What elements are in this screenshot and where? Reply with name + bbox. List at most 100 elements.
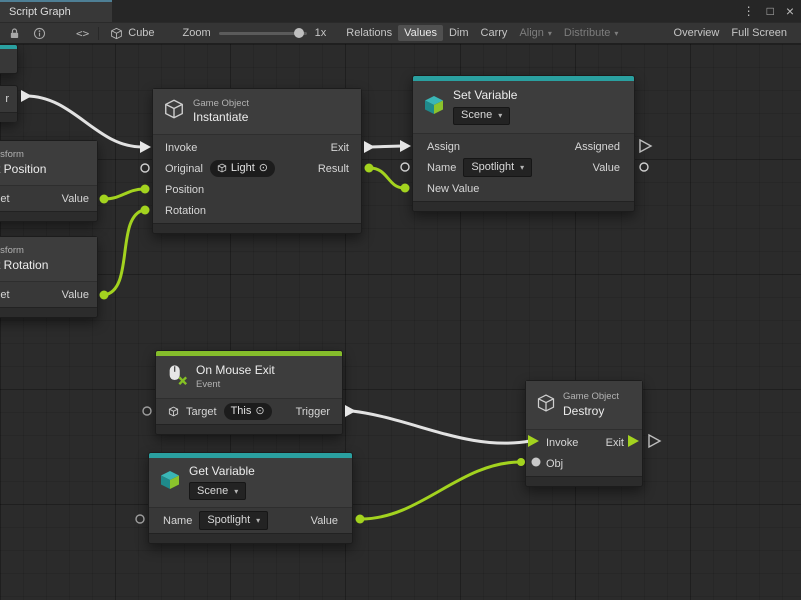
object-field-this[interactable]: This ⊙ <box>224 403 272 419</box>
variable-icon <box>423 94 445 121</box>
wire-result-to-newvalue[interactable] <box>370 168 404 188</box>
object-field-value: This <box>231 404 252 418</box>
graph-canvas[interactable]: r Transform Get Position Target Value <box>0 44 801 600</box>
node-category: Game Object <box>193 99 249 109</box>
port-setvariable-assign[interactable] <box>400 140 411 152</box>
port-getposition-value[interactable] <box>100 195 109 204</box>
align-label: Align <box>519 27 543 39</box>
variable-scope-dropdown[interactable]: Scene ▾ <box>453 107 510 125</box>
tab-title: Script Graph <box>9 6 71 18</box>
port-instantiate-exit[interactable] <box>364 141 375 153</box>
distribute-button[interactable]: Distribute ▾ <box>558 25 624 41</box>
node-set-variable[interactable]: Set Variable Scene ▾ Assign Assigned <box>412 75 635 212</box>
node-header: Transform Get Rotation <box>0 237 97 282</box>
port-instantiate-result[interactable] <box>365 164 374 173</box>
port-setvariable-name[interactable] <box>401 163 409 171</box>
node-category: Game Object <box>563 392 619 402</box>
values-button[interactable]: Values <box>398 25 443 41</box>
align-button[interactable]: Align ▾ <box>513 25 557 41</box>
object-field-light[interactable]: Light ⊙ <box>210 160 275 176</box>
port-fragment-exit[interactable] <box>21 90 32 102</box>
assigned-port-label: Assigned <box>575 141 620 153</box>
toolbar-separator <box>98 27 99 40</box>
exit-port-label: Exit <box>606 437 624 449</box>
wire-variable-to-obj[interactable] <box>361 462 519 519</box>
obj-port-label: Obj <box>546 458 563 470</box>
tab-script-graph[interactable]: Script Graph <box>0 0 112 22</box>
overview-button[interactable]: Overview <box>668 25 726 41</box>
variable-scope-value: Scene <box>197 485 228 498</box>
wire-layer <box>0 44 801 600</box>
window-controls: ⋮ □ × <box>743 0 794 22</box>
zoom-slider-handle[interactable] <box>294 28 304 38</box>
node-title: Instantiate <box>193 111 249 124</box>
port-instantiate-position[interactable] <box>141 185 150 194</box>
node-footer <box>149 533 352 543</box>
dim-button[interactable]: Dim <box>443 25 475 41</box>
chevron-down-icon: ▾ <box>520 163 524 173</box>
zoom-slider[interactable] <box>219 32 307 35</box>
exit-port-label: Exit <box>331 142 349 154</box>
game-object-cube-icon <box>536 393 556 418</box>
node-get-position[interactable]: Transform Get Position Target Value <box>0 140 98 222</box>
port-getrotation-value[interactable] <box>100 291 109 300</box>
wire-position-value[interactable] <box>104 189 144 199</box>
variable-name-value: Spotlight <box>207 514 250 527</box>
port-destroy-obj[interactable] <box>532 458 541 467</box>
variable-scope-dropdown[interactable]: Scene ▾ <box>189 482 246 500</box>
node-on-mouse-exit[interactable]: On Mouse Exit Event Target This ⊙ Trigge… <box>155 350 343 435</box>
port-setvariable-newvalue[interactable] <box>401 184 410 193</box>
port-mouseexit-trigger[interactable] <box>345 405 356 417</box>
invoke-port-label: Invoke <box>546 437 578 449</box>
wire-end-obj-dot[interactable] <box>517 458 525 466</box>
port-instantiate-rotation[interactable] <box>141 206 150 215</box>
invoke-port-label: Invoke <box>165 142 197 154</box>
target-port-label: Target <box>186 406 217 418</box>
port-mouseexit-target[interactable] <box>143 407 151 415</box>
carry-button[interactable]: Carry <box>475 25 514 41</box>
wire-rotation-value[interactable] <box>104 210 144 295</box>
zoom-value: 1x <box>315 27 327 39</box>
maximize-icon[interactable]: □ <box>767 4 774 18</box>
node-header: On Mouse Exit Event <box>156 356 342 399</box>
node-fragment-event[interactable]: r <box>0 85 18 122</box>
port-getvariable-name[interactable] <box>136 515 144 523</box>
port-instantiate-original[interactable] <box>141 164 149 172</box>
variable-name-dropdown[interactable]: Spotlight ▾ <box>463 158 532 176</box>
result-port-label: Result <box>318 163 349 175</box>
port-getvariable-value[interactable] <box>356 515 365 524</box>
fullscreen-button[interactable]: Full Screen <box>725 25 793 41</box>
node-footer <box>413 201 634 211</box>
object-picker-icon[interactable]: ⊙ <box>259 161 268 175</box>
node-get-rotation[interactable]: Transform Get Rotation Target Value <box>0 236 98 318</box>
chevron-down-icon: ▾ <box>256 516 260 526</box>
port-instantiate-invoke[interactable] <box>140 141 151 153</box>
pane-menu-icon[interactable]: ⋮ <box>743 4 755 18</box>
lock-icon[interactable] <box>8 27 21 40</box>
node-fragment-top[interactable] <box>0 44 18 74</box>
wire-trigger-to-invoke[interactable] <box>352 411 530 443</box>
close-icon[interactable]: × <box>786 3 794 19</box>
relations-button[interactable]: Relations <box>340 25 398 41</box>
original-port-label: Original <box>165 163 203 175</box>
port-setvariable-value[interactable] <box>640 163 648 171</box>
target-port-label: Target <box>0 193 10 205</box>
object-picker-icon[interactable]: ⊙ <box>255 404 264 418</box>
node-category: Transform <box>0 150 46 160</box>
mouse-exit-icon <box>166 364 188 391</box>
chevron-down-icon: ▾ <box>548 29 552 38</box>
code-view-icon[interactable]: <> <box>76 27 89 40</box>
wire-exit-to-assign[interactable] <box>370 146 402 147</box>
target-port-label: Target <box>0 289 10 301</box>
node-get-variable[interactable]: Get Variable Scene ▾ Name Spotlight ▾ <box>148 452 353 544</box>
variable-name-dropdown[interactable]: Spotlight ▾ <box>199 511 268 529</box>
node-title: Get Position <box>0 163 46 176</box>
port-setvariable-assigned[interactable] <box>640 140 651 152</box>
info-icon[interactable] <box>33 27 46 40</box>
node-footer <box>526 476 642 486</box>
port-destroy-exit-outer[interactable] <box>649 435 660 447</box>
node-instantiate[interactable]: Game Object Instantiate Invoke Exit Orig… <box>152 88 362 234</box>
node-destroy[interactable]: Game Object Destroy Invoke Exit Obj <box>525 380 643 487</box>
graph-toolbar: <> Cube Zoom 1x Relations Values Dim Car… <box>0 22 801 44</box>
variable-icon <box>159 469 181 496</box>
